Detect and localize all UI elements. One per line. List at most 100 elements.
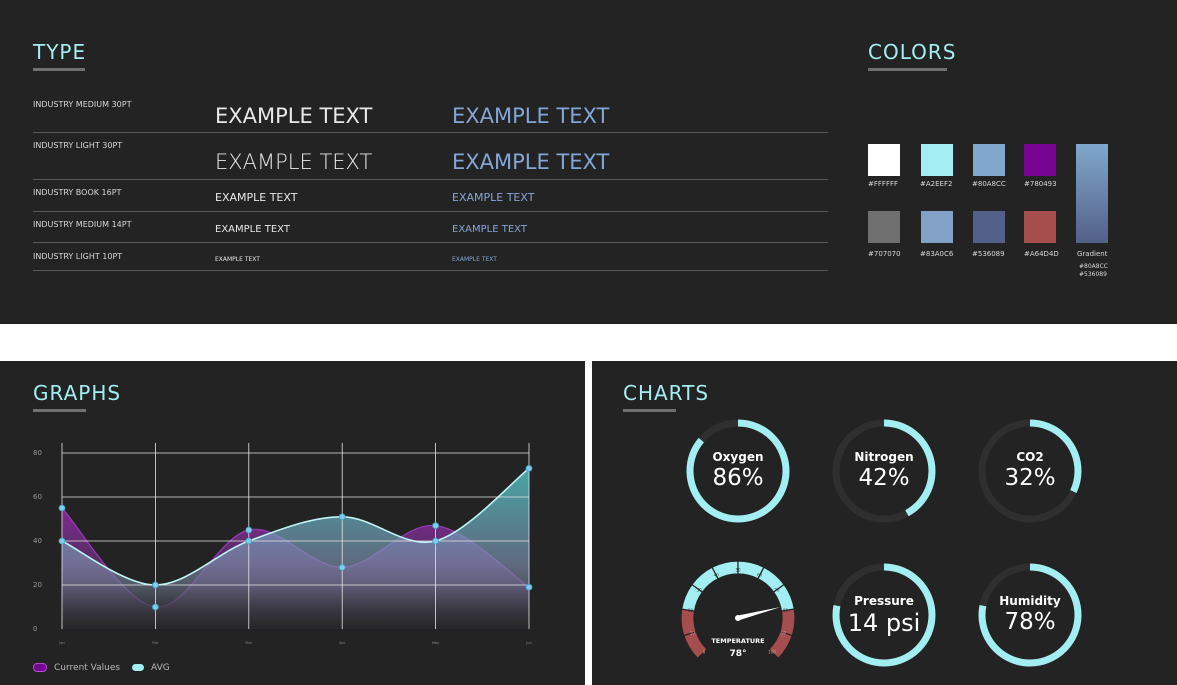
x-tick-label: Jun (525, 641, 531, 645)
legend-swatch (132, 664, 144, 671)
donut-label: Nitrogen (854, 450, 914, 464)
type-row: INDUSTRY LIGHT 30PT EXAMPLE TEXT EXAMPLE… (33, 139, 828, 180)
data-point[interactable] (245, 537, 253, 545)
data-point[interactable] (151, 581, 159, 589)
type-row: INDUSTRY MEDIUM 30PT EXAMPLE TEXT EXAMPL… (33, 98, 828, 133)
y-tick-label: 60 (33, 493, 42, 501)
gauge-tick-label: 30 (697, 587, 703, 592)
color-swatch-label: #780493 (1024, 180, 1057, 188)
color-swatch-label: #707070 (868, 250, 901, 258)
x-tick-label: Apr (339, 641, 346, 645)
donut-chart-nitrogen: Nitrogen 42% (830, 417, 938, 525)
color-swatch-label: #A2EEF2 (920, 180, 953, 188)
type-sample-blue: EXAMPLE TEXT (452, 150, 610, 174)
color-swatch-label: #80A8CC (972, 180, 1006, 188)
color-swatch-cyan (921, 144, 953, 176)
area-chart: 0 20 40 60 80 Jan Feb Mar Apr May Jun (33, 443, 533, 645)
gauge-tick-label: 100 (768, 649, 776, 654)
legend-swatch (33, 663, 47, 672)
type-sample-white: EXAMPLE TEXT (215, 191, 298, 204)
gradient-stop-label: #80A8CC (1079, 263, 1108, 270)
data-point[interactable] (338, 513, 346, 521)
donut-label: Oxygen (712, 450, 764, 464)
gradient-label: Gradient (1077, 250, 1108, 258)
colors-title: COLORS (868, 40, 957, 64)
data-point[interactable] (58, 504, 66, 512)
data-point[interactable] (525, 583, 533, 591)
gauge-tick-label: 10 (690, 630, 696, 635)
color-swatch-periwinkle (921, 211, 953, 243)
data-point[interactable] (151, 603, 159, 611)
data-point[interactable] (245, 526, 253, 534)
type-row-label: INDUSTRY LIGHT 10PT (33, 252, 123, 261)
data-point[interactable] (338, 563, 346, 571)
type-row-label: INDUSTRY BOOK 16PT (33, 188, 122, 197)
donut-value: 42% (858, 465, 910, 491)
donut-value: 14 psi (847, 609, 921, 637)
type-sample-white: EXAMPLE TEXT (215, 150, 373, 174)
donut-label: Humidity (999, 594, 1061, 608)
temperature-gauge: 0 10 20 30 40 50 60 70 80 90 100 TEMPERATURE 78° (680, 560, 796, 660)
gauge-tick-label: 60 (757, 573, 763, 578)
legend-item-avg: AVG (132, 663, 170, 673)
x-tick-label: May (432, 641, 439, 645)
type-colors-panel: TYPE INDUSTRY MEDIUM 30PT EXAMPLE TEXT E… (0, 0, 1177, 324)
x-tick-label: Jan (58, 641, 64, 645)
type-row: INDUSTRY MEDIUM 14PT EXAMPLE TEXT EXAMPL… (33, 218, 828, 243)
gauge-hub (735, 615, 741, 621)
color-swatch-red (1024, 211, 1056, 243)
color-swatch-light-blue (973, 144, 1005, 176)
type-sample-blue: EXAMPLE TEXT (452, 224, 527, 235)
data-point[interactable] (432, 537, 440, 545)
donut-label: CO2 (1016, 450, 1044, 464)
legend-label: Current Values (54, 663, 121, 673)
legend-label: AVG (151, 663, 170, 673)
type-row-label: INDUSTRY LIGHT 30PT (33, 141, 123, 150)
type-row: INDUSTRY LIGHT 10PT EXAMPLE TEXT EXAMPLE… (33, 250, 828, 271)
donut-value: 86% (712, 465, 764, 491)
gradient-swatch (1076, 144, 1108, 243)
type-sample-white: EXAMPLE TEXT (215, 224, 290, 235)
gauge-needle (737, 607, 781, 621)
donut-chart-pressure: Pressure 14 psi (830, 561, 938, 669)
type-row-label: INDUSTRY MEDIUM 30PT (33, 100, 132, 109)
type-sample-white: EXAMPLE TEXT (215, 104, 373, 128)
color-swatch-label: #536089 (972, 250, 1005, 258)
legend-item-current-values: Current Values (33, 663, 120, 673)
charts-title-underline (623, 409, 676, 412)
gauge-tick-label: 0 (703, 649, 706, 654)
x-tick-label: Mar (245, 641, 252, 645)
type-row: INDUSTRY BOOK 16PT EXAMPLE TEXT EXAMPLE … (33, 186, 828, 212)
y-tick-label: 0 (33, 625, 37, 633)
x-tick-label: Feb (152, 641, 159, 645)
colors-title-underline (868, 68, 947, 71)
type-title-underline (33, 68, 85, 71)
type-sample-white: EXAMPLE TEXT (215, 256, 260, 263)
donut-value: 78% (1004, 609, 1056, 635)
type-sample-blue: EXAMPLE TEXT (452, 256, 497, 263)
color-swatch-label: #83A0C6 (920, 250, 954, 258)
charts-panel: CHARTS Oxygen 86% Nitrogen 42% CO2 32% P… (592, 361, 1177, 685)
y-tick-label: 80 (33, 449, 42, 457)
y-tick-label: 40 (33, 537, 42, 545)
color-swatch-gray (868, 211, 900, 243)
gradient-stop-label: #536089 (1079, 271, 1107, 278)
donut-value: 32% (1004, 465, 1056, 491)
data-point[interactable] (432, 522, 440, 530)
gauge-tick-label: 20 (688, 608, 694, 613)
data-point[interactable] (525, 465, 533, 472)
data-point[interactable] (58, 537, 66, 545)
color-swatch-purple (1024, 144, 1056, 176)
color-swatch-label: #FFFFFF (868, 180, 899, 188)
type-sample-blue: EXAMPLE TEXT (452, 104, 610, 128)
donut-chart-humidity: Humidity 78% (976, 561, 1084, 669)
y-tick-label: 20 (33, 581, 42, 589)
donut-chart-oxygen: Oxygen 86% (684, 417, 792, 525)
area-shadow (62, 585, 529, 629)
graphs-panel: GRAPHS 0 20 40 60 80 Jan Feb Mar Apr May Jun Curre… (0, 361, 585, 685)
gauge-tick-label: 40 (714, 573, 720, 578)
charts-title: CHARTS (623, 381, 710, 405)
gauge-tick-label: 50 (735, 568, 741, 573)
donut-chart-co2: CO2 32% (976, 417, 1084, 525)
type-title: TYPE (33, 40, 87, 64)
